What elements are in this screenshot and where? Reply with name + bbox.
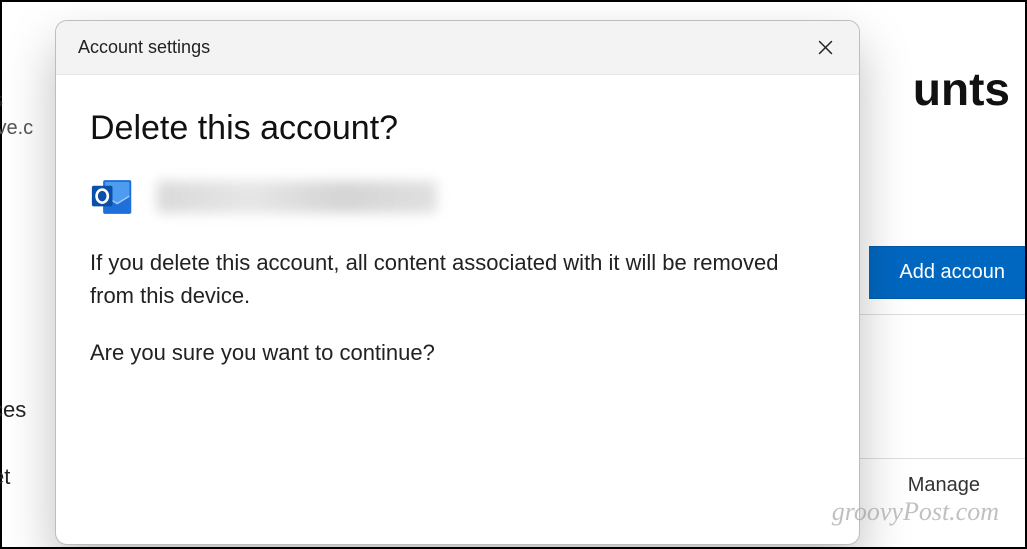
dialog-heading: Delete this account? xyxy=(90,109,825,148)
account-email-redacted xyxy=(157,181,437,213)
delete-warning-text: If you delete this account, all content … xyxy=(90,246,825,312)
dialog-header: Account settings xyxy=(56,21,859,75)
account-settings-dialog: Account settings Delete this account? xyxy=(55,20,860,545)
account-row xyxy=(90,176,825,218)
add-account-button[interactable]: Add accoun xyxy=(869,246,1025,299)
row-divider xyxy=(855,314,1025,315)
page-heading-fragment: unts xyxy=(913,62,1010,116)
outlook-icon xyxy=(90,176,135,218)
row-divider xyxy=(855,458,1025,459)
sidebar-fragment-4: et xyxy=(0,464,10,490)
confirm-question-text: Are you sure you want to continue? xyxy=(90,336,825,369)
close-button[interactable] xyxy=(811,34,839,62)
sidebar-fragment-1: s xyxy=(0,87,3,113)
dialog-body: Delete this account? If you delete this … xyxy=(56,75,859,369)
manage-label[interactable]: Manage xyxy=(908,474,980,497)
dialog-title: Account settings xyxy=(78,37,210,58)
close-icon xyxy=(817,39,834,56)
sidebar-fragment-2: ive.c xyxy=(0,117,33,140)
sidebar-fragment-3: ces xyxy=(0,397,26,423)
